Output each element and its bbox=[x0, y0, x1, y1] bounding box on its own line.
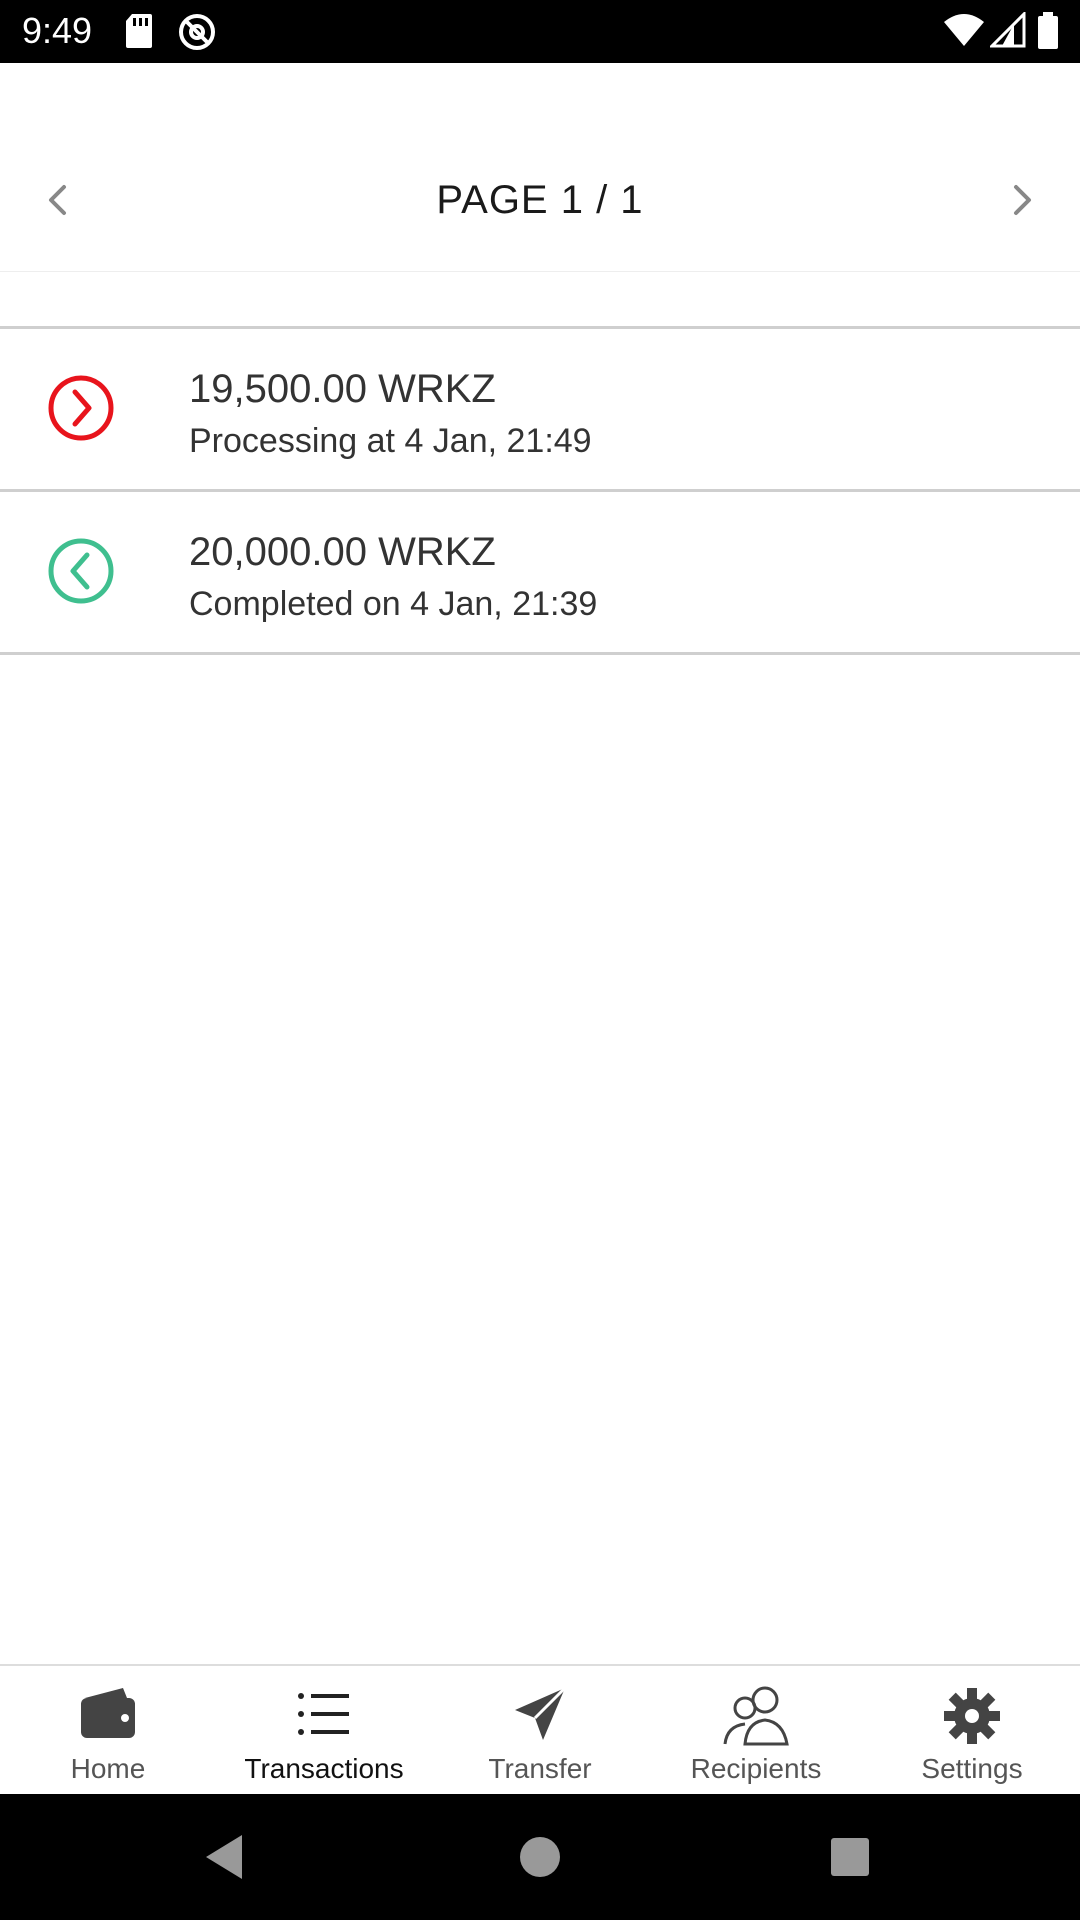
transaction-status: Processing at 4 Jan, 21:49 bbox=[189, 422, 592, 460]
home-circle-icon[interactable] bbox=[510, 1827, 570, 1887]
nav-item-transactions[interactable]: Transactions bbox=[216, 1666, 432, 1796]
page-indicator: PAGE 1 / 1 bbox=[436, 178, 644, 222]
system-navigation-bar bbox=[0, 1794, 1080, 1920]
battery-icon bbox=[1036, 12, 1060, 55]
paper-plane-icon bbox=[505, 1684, 575, 1748]
nav-item-home[interactable]: Home bbox=[0, 1666, 216, 1796]
recents-square-icon[interactable] bbox=[820, 1827, 880, 1887]
nav-label: Recipients bbox=[690, 1753, 822, 1784]
bottom-navigation: Home Transactions Transfer Recipients Se… bbox=[0, 1664, 1080, 1796]
signal-icon bbox=[988, 10, 1026, 53]
wallet-icon bbox=[73, 1684, 143, 1748]
circle-chevron-left-icon bbox=[47, 537, 115, 605]
nav-label: Settings bbox=[921, 1753, 1023, 1784]
transaction-row[interactable]: 19,500.00 WRKZ Processing at 4 Jan, 21:4… bbox=[0, 329, 1080, 492]
users-icon bbox=[721, 1684, 791, 1748]
transaction-row[interactable]: 20,000.00 WRKZ Completed on 4 Jan, 21:39 bbox=[0, 492, 1080, 655]
nav-label: Transfer bbox=[488, 1753, 592, 1784]
transaction-amount: 20,000.00 WRKZ bbox=[189, 530, 496, 574]
nav-item-transfer[interactable]: Transfer bbox=[432, 1666, 648, 1796]
transaction-amount: 19,500.00 WRKZ bbox=[189, 367, 496, 411]
gear-icon bbox=[937, 1684, 1007, 1748]
back-icon[interactable] bbox=[196, 1827, 256, 1887]
status-time: 9:49 bbox=[22, 10, 93, 51]
transactions-screen: 9:49 PAGE 1 / 1 19,500.00 WRKZ Processin… bbox=[0, 0, 1080, 1920]
pagination-header: PAGE 1 / 1 bbox=[0, 63, 1080, 272]
nav-label: Transactions bbox=[244, 1753, 404, 1784]
sd-card-icon bbox=[124, 12, 154, 55]
at-sign-icon bbox=[177, 12, 217, 57]
status-bar: 9:49 bbox=[0, 0, 1080, 63]
list-icon bbox=[289, 1684, 359, 1748]
chevron-right-icon[interactable] bbox=[998, 175, 1048, 225]
wifi-icon bbox=[942, 12, 986, 53]
transaction-list: 19,500.00 WRKZ Processing at 4 Jan, 21:4… bbox=[0, 326, 1080, 655]
nav-item-settings[interactable]: Settings bbox=[864, 1666, 1080, 1796]
transaction-status: Completed on 4 Jan, 21:39 bbox=[189, 585, 598, 623]
nav-item-recipients[interactable]: Recipients bbox=[648, 1666, 864, 1796]
nav-label: Home bbox=[70, 1753, 146, 1784]
circle-chevron-right-icon bbox=[47, 374, 115, 442]
